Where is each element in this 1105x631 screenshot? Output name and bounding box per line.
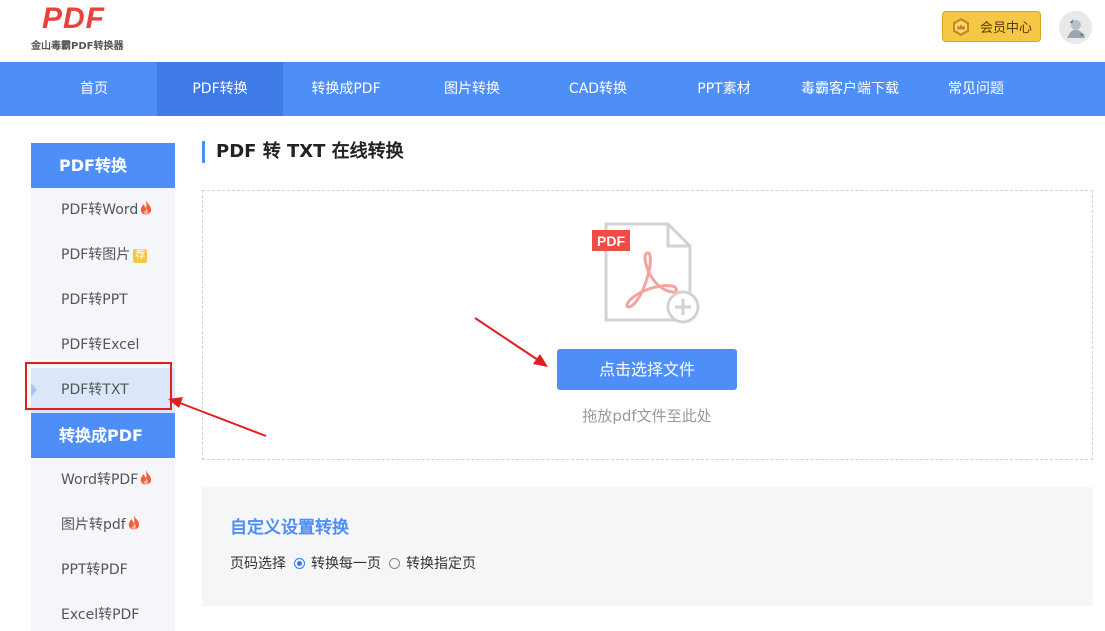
custom-settings-panel: 自定义设置转换 页码选择 转换每一页 转换指定页 — [202, 487, 1093, 606]
sidebar-item-label: PPT转PDF — [61, 562, 128, 578]
nav-item-faq[interactable]: 常见问题 — [913, 62, 1039, 116]
pdf-badge-text: PDF — [597, 233, 625, 249]
sidebar-item-pdf-to-ppt[interactable]: PDF转PPT — [31, 278, 175, 323]
drop-hint: 拖放pdf文件至此处 — [582, 407, 712, 425]
settings-title: 自定义设置转换 — [230, 518, 349, 538]
choose-file-button[interactable]: 点击选择文件 — [557, 349, 737, 390]
nav-item-home[interactable]: 首页 — [31, 62, 157, 116]
sidebar-item-label: Excel转PDF — [61, 607, 140, 623]
sidebar-section-to-pdf: 转换成PDF — [31, 413, 175, 458]
radio-label-specified-pages[interactable]: 转换指定页 — [406, 553, 476, 573]
user-avatar-icon — [1059, 11, 1092, 44]
sidebar-item-label: Word转PDF — [61, 472, 139, 488]
nav-item-image-convert[interactable]: 图片转换 — [409, 62, 535, 116]
sidebar-item-label: PDF转Word — [61, 202, 139, 218]
sidebar-item-label: PDF转Excel — [61, 337, 140, 353]
annotation-highlight-box — [25, 362, 172, 410]
header: PDF 金山毒霸PDF转换器 会员中心 — [0, 0, 1105, 62]
vip-center-label: 会员中心 — [980, 21, 1033, 36]
page-select-label: 页码选择 — [230, 556, 286, 572]
nav-item-client-download[interactable]: 毒霸客户端下载 — [787, 62, 913, 116]
sidebar-item-label: 图片转pdf — [61, 517, 126, 533]
recommend-badge: 荐 — [133, 249, 148, 263]
crown-icon — [953, 17, 969, 36]
nav-item-ppt-material[interactable]: PPT素材 — [661, 62, 787, 116]
nav-item-cad-convert[interactable]: CAD转换 — [535, 62, 661, 116]
logo[interactable]: PDF — [42, 2, 105, 36]
sidebar-item-word-to-pdf[interactable]: Word转PDF — [31, 458, 175, 503]
vip-center-button[interactable]: 会员中心 — [942, 11, 1041, 42]
nav-item-pdf-convert[interactable]: PDF转换 — [157, 62, 283, 116]
page: PDF 金山毒霸PDF转换器 会员中心 首页 PDF转换 转换成PDF 图片转换 — [0, 0, 1105, 631]
radio-convert-specified-pages[interactable] — [389, 557, 400, 569]
main-nav: 首页 PDF转换 转换成PDF 图片转换 CAD转换 PPT素材 毒霸客户端下载… — [0, 62, 1105, 116]
pdf-file-add-icon: PDF — [592, 222, 700, 324]
radio-label-every-page[interactable]: 转换每一页 — [311, 553, 381, 573]
page-title: PDF 转 TXT 在线转换 — [202, 141, 404, 163]
sidebar-item-label: PDF转图片 — [61, 247, 131, 263]
nav-item-to-pdf[interactable]: 转换成PDF — [283, 62, 409, 116]
sidebar-item-label: PDF转PPT — [61, 292, 128, 308]
sidebar-item-pdf-to-word[interactable]: PDF转Word — [31, 188, 175, 233]
sidebar-item-pdf-to-image[interactable]: PDF转图片荐 — [31, 233, 175, 278]
sidebar-section-pdf-convert: PDF转换 — [31, 143, 175, 188]
fire-icon — [141, 470, 152, 485]
sidebar-item-image-to-pdf[interactable]: 图片转pdf — [31, 503, 175, 548]
fire-icon — [141, 200, 152, 215]
sidebar-item-ppt-to-pdf[interactable]: PPT转PDF — [31, 548, 175, 593]
logo-subtitle: 金山毒霸PDF转换器 — [31, 41, 124, 52]
page-select-row: 页码选择 转换每一页 转换指定页 — [230, 553, 476, 573]
avatar[interactable] — [1059, 11, 1092, 44]
sidebar-item-excel-to-pdf[interactable]: Excel转PDF — [31, 593, 175, 631]
radio-convert-every-page[interactable] — [294, 557, 305, 569]
fire-icon — [128, 515, 139, 530]
